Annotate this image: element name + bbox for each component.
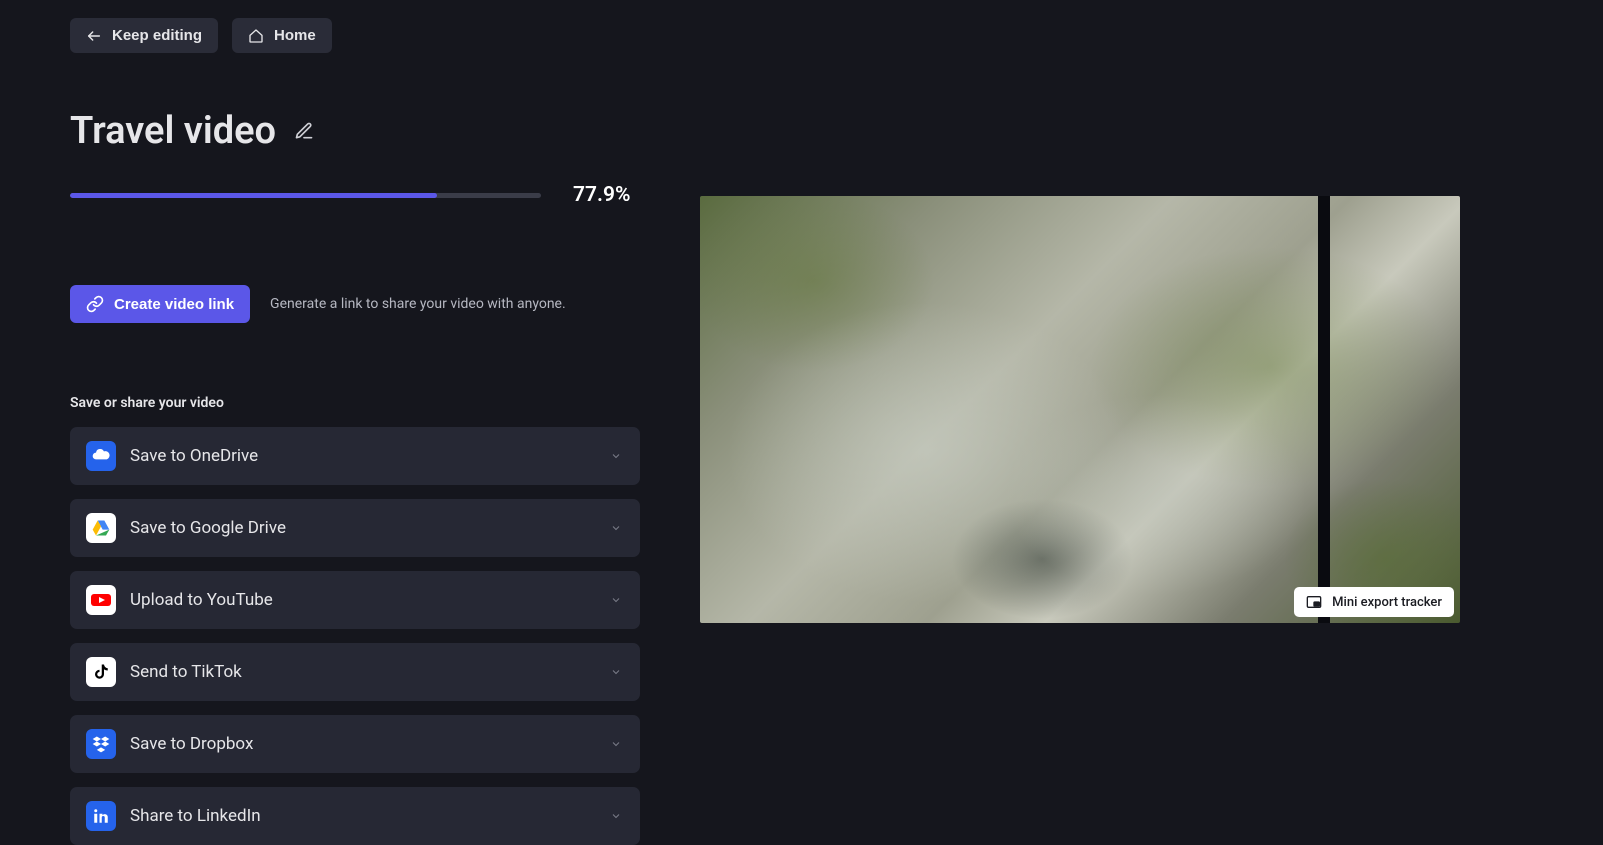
video-preview: Mini export tracker — [700, 196, 1460, 623]
share-google-drive[interactable]: Save to Google Drive — [70, 499, 640, 557]
top-nav: Keep editing Home — [70, 18, 640, 53]
home-icon — [248, 28, 264, 44]
onedrive-icon — [86, 441, 116, 471]
youtube-icon — [86, 585, 116, 615]
chevron-down-icon — [610, 450, 622, 462]
share-linkedin[interactable]: Share to LinkedIn — [70, 787, 640, 845]
preview-scan-bar — [1318, 196, 1330, 623]
title-row: Travel video — [70, 109, 640, 153]
chevron-down-icon — [610, 666, 622, 678]
share-list: Save to OneDrive Save to Google Drive — [70, 427, 640, 845]
chevron-down-icon — [610, 810, 622, 822]
progress-percentage: 77.9% — [573, 183, 630, 207]
dropbox-icon — [86, 729, 116, 759]
keep-editing-button[interactable]: Keep editing — [70, 18, 218, 53]
create-video-link-button[interactable]: Create video link — [70, 285, 250, 323]
share-onedrive[interactable]: Save to OneDrive — [70, 427, 640, 485]
share-item-label: Save to Google Drive — [130, 518, 286, 538]
picture-in-picture-icon — [1306, 594, 1322, 610]
share-item-label: Upload to YouTube — [130, 590, 273, 610]
share-item-label: Save to Dropbox — [130, 734, 253, 754]
share-tiktok[interactable]: Send to TikTok — [70, 643, 640, 701]
chevron-down-icon — [610, 738, 622, 750]
tiktok-icon — [86, 657, 116, 687]
share-youtube[interactable]: Upload to YouTube — [70, 571, 640, 629]
google-drive-icon — [86, 513, 116, 543]
linkedin-icon — [86, 801, 116, 831]
progress-fill — [70, 193, 437, 198]
link-icon — [86, 295, 104, 313]
project-title: Travel video — [70, 109, 276, 153]
share-item-label: Send to TikTok — [130, 662, 242, 682]
create-link-description: Generate a link to share your video with… — [270, 296, 566, 312]
mini-tracker-label: Mini export tracker — [1332, 595, 1442, 610]
home-label: Home — [274, 27, 316, 44]
home-button[interactable]: Home — [232, 18, 332, 53]
share-dropbox[interactable]: Save to Dropbox — [70, 715, 640, 773]
create-link-label: Create video link — [114, 296, 234, 313]
share-item-label: Share to LinkedIn — [130, 806, 261, 826]
edit-title-icon[interactable] — [294, 121, 314, 141]
chevron-down-icon — [610, 522, 622, 534]
create-link-row: Create video link Generate a link to sha… — [70, 285, 640, 323]
chevron-down-icon — [610, 594, 622, 606]
share-section-label: Save or share your video — [70, 395, 640, 411]
keep-editing-label: Keep editing — [112, 27, 202, 44]
mini-export-tracker-chip[interactable]: Mini export tracker — [1294, 587, 1454, 617]
arrow-left-icon — [86, 28, 102, 44]
export-progress-row: 77.9% — [70, 183, 640, 207]
progress-track — [70, 193, 541, 198]
share-item-label: Save to OneDrive — [130, 446, 258, 466]
